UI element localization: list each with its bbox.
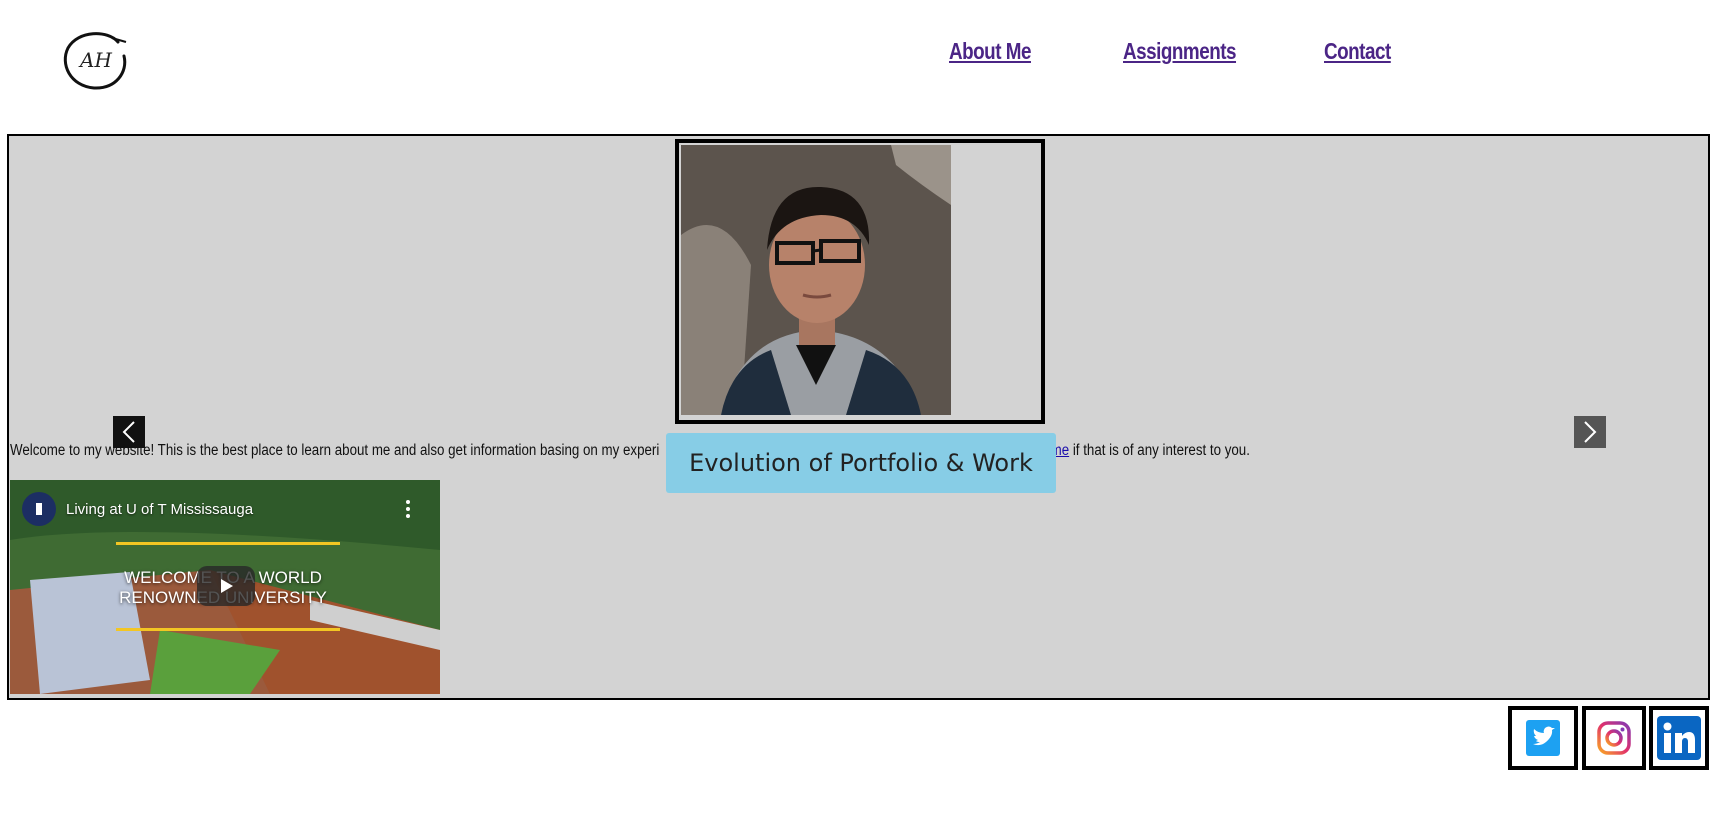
overlay-line-top [116, 542, 340, 545]
twitter-link[interactable] [1508, 706, 1578, 770]
embedded-video[interactable]: Living at U of T Mississauga WELCOME TO … [10, 480, 440, 694]
chevron-right-icon [1584, 421, 1597, 443]
carousel-slide [675, 139, 1045, 424]
video-title[interactable]: Living at U of T Mississauga [66, 501, 253, 518]
instagram-link[interactable] [1582, 706, 1646, 770]
chevron-left-icon [122, 421, 135, 443]
play-icon [221, 579, 233, 593]
site-logo[interactable]: AH [60, 28, 132, 92]
main-panel: Welcome to my website! This is the best … [7, 134, 1710, 700]
carousel-next-button[interactable] [1574, 416, 1606, 448]
linkedin-icon [1657, 716, 1701, 760]
instagram-icon [1597, 721, 1631, 755]
profile-photo [681, 145, 951, 415]
nav-assignments[interactable]: Assignments [1123, 38, 1237, 65]
logo-text: AH [80, 48, 112, 72]
welcome-text: Welcome to my website! This is the best … [10, 442, 1250, 460]
overlay-line-bottom [116, 628, 340, 631]
crest-icon [36, 503, 42, 515]
more-vertical-icon[interactable] [406, 500, 410, 518]
welcome-text-after: if that is of any interest to you. [1069, 442, 1250, 459]
video-header: Living at U of T Mississauga [22, 492, 253, 526]
twitter-icon [1526, 720, 1560, 756]
nav-about-me[interactable]: About Me [949, 38, 1031, 65]
channel-avatar[interactable] [22, 492, 56, 526]
carousel-caption: Evolution of Portfolio & Work [666, 433, 1056, 493]
nav-contact[interactable]: Contact [1324, 38, 1391, 65]
video-play-button[interactable] [197, 566, 255, 606]
welcome-text-before: Welcome to my website! This is the best … [10, 442, 660, 459]
linkedin-link[interactable] [1649, 706, 1709, 770]
